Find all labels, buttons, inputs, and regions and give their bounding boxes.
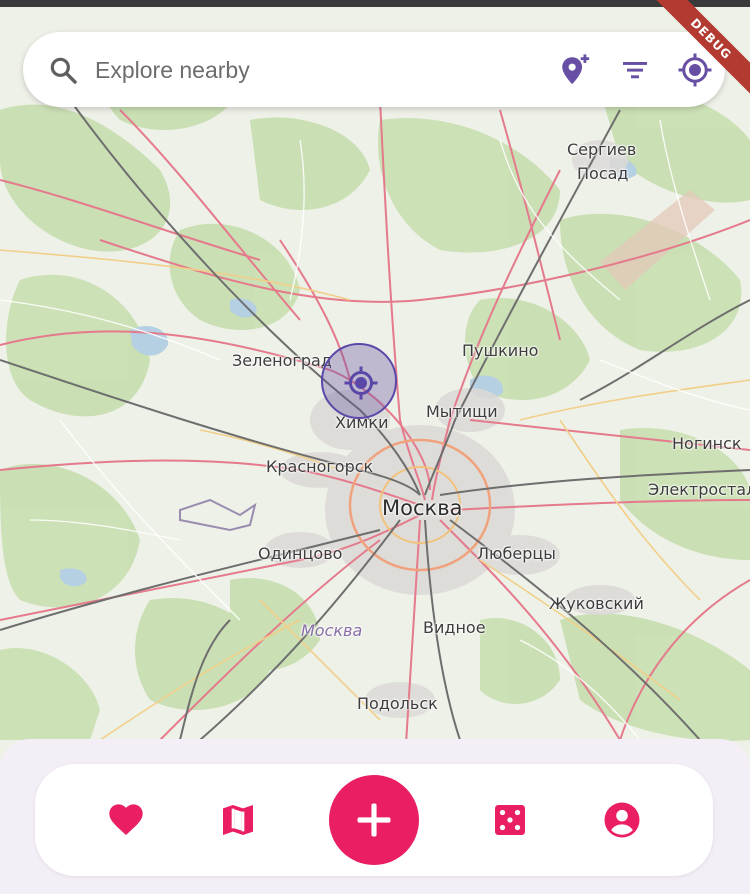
- map-label: Одинцово: [258, 544, 343, 563]
- map-icon: [223, 805, 253, 835]
- map-label: Красногорск: [266, 457, 374, 476]
- account-button[interactable]: [600, 798, 644, 842]
- map-label: Ногинск: [672, 434, 742, 453]
- map-label: Люберцы: [477, 544, 556, 563]
- dice-icon: [495, 805, 525, 835]
- search-icon: [50, 57, 77, 84]
- status-bar: [0, 0, 750, 7]
- map-label: Жуковский: [549, 594, 644, 613]
- heart-icon: [109, 804, 143, 835]
- map-label: Пушкино: [462, 341, 539, 360]
- add-location-button[interactable]: [555, 50, 595, 90]
- filter-button[interactable]: [615, 50, 655, 90]
- map-button[interactable]: [216, 798, 260, 842]
- map-label: Посад: [577, 164, 629, 183]
- map-label: Зеленоград: [232, 351, 332, 370]
- add-location-icon: [562, 54, 590, 85]
- map-label: Мытищи: [426, 402, 498, 421]
- bottom-panel: [0, 739, 750, 894]
- map-label: Электросталь: [648, 480, 750, 499]
- map-label: Москва: [382, 496, 463, 520]
- map-label: Москва: [301, 621, 363, 640]
- my-location-icon: [678, 53, 712, 87]
- bottom-navigation: [35, 764, 713, 876]
- gps-fixed-icon: [344, 366, 378, 400]
- favorites-button[interactable]: [104, 798, 148, 842]
- map-label: Сергиев: [567, 140, 637, 159]
- search-input[interactable]: [95, 48, 495, 92]
- random-button[interactable]: [488, 798, 532, 842]
- account-circle-icon: [604, 802, 640, 838]
- map-label: Видное: [423, 618, 486, 637]
- my-location-button[interactable]: [675, 50, 715, 90]
- current-location-marker[interactable]: [321, 343, 397, 419]
- add-icon: [357, 803, 391, 837]
- search-bar: [23, 32, 725, 107]
- map-label: Подольск: [357, 694, 438, 713]
- filter-icon: [623, 62, 647, 79]
- add-button[interactable]: [329, 775, 419, 865]
